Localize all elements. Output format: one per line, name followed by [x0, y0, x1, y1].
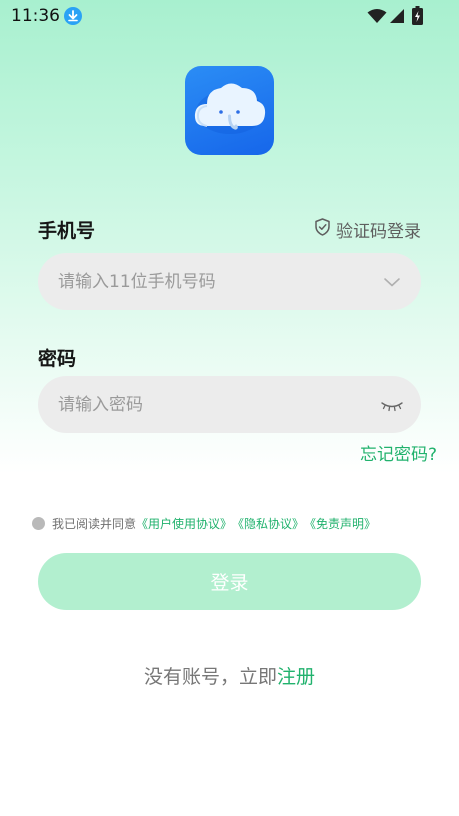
forgot-password-link[interactable]: 忘记密码? — [360, 440, 437, 465]
chevron-down-icon[interactable] — [383, 273, 401, 295]
status-bar: 11:36 — [0, 0, 459, 32]
app-logo — [185, 66, 274, 155]
user-agreement-link[interactable]: 《用户使用协议》 — [136, 515, 232, 532]
download-notification-icon — [64, 7, 82, 25]
register-prefix: 没有账号，立即 — [143, 666, 277, 688]
agreement-row: 我已阅读并同意 《用户使用协议》 《隐私协议》 《免责声明》 — [32, 515, 442, 532]
sms-login-label: 验证码登录 — [336, 222, 421, 242]
phone-label: 手机号 — [38, 220, 96, 242]
agreement-radio[interactable] — [32, 517, 45, 530]
wifi-icon — [367, 8, 387, 28]
privacy-policy-link[interactable]: 《隐私协议》 — [232, 515, 304, 532]
password-field[interactable] — [38, 376, 421, 433]
disclaimer-link[interactable]: 《免责声明》 — [304, 515, 376, 532]
login-button[interactable]: 登录 — [38, 553, 421, 610]
agreement-text: 我已阅读并同意 — [52, 517, 137, 531]
battery-charging-icon — [412, 6, 423, 29]
status-time: 11:36 — [11, 6, 60, 26]
phone-field[interactable] — [38, 253, 421, 310]
sms-login-link[interactable]: 验证码登录 — [314, 217, 421, 242]
phone-input[interactable] — [58, 253, 358, 310]
register-link[interactable]: 注册 — [277, 666, 315, 688]
eye-closed-icon[interactable] — [381, 398, 403, 417]
signal-icon — [389, 8, 405, 28]
shield-check-icon — [314, 218, 331, 241]
password-input[interactable] — [58, 376, 358, 433]
password-label: 密码 — [38, 348, 77, 370]
register-prompt: 没有账号，立即注册 — [0, 662, 459, 689]
